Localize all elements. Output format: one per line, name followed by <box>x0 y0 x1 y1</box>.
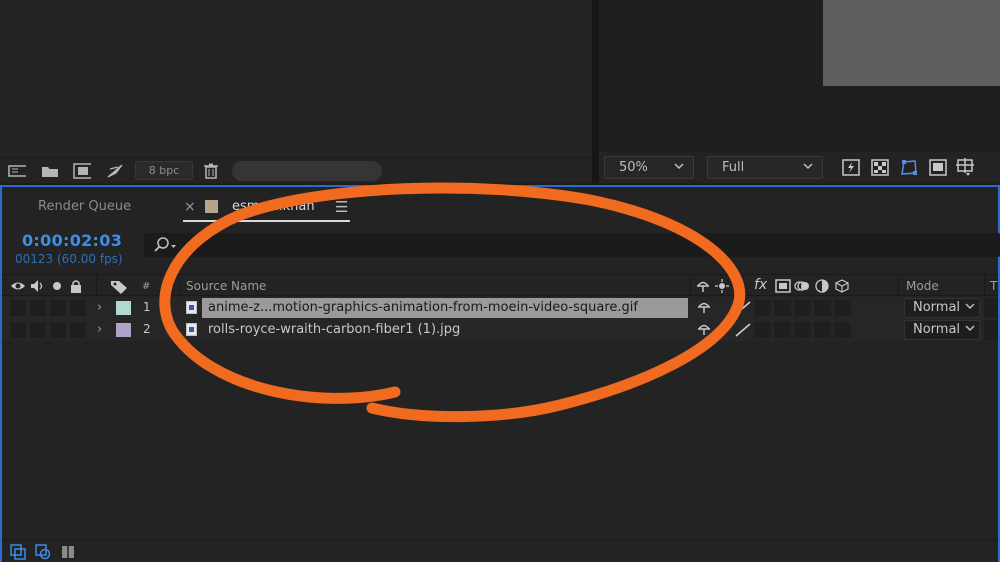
collapse-transformations-icon <box>715 278 729 294</box>
shy-switch-icon[interactable] <box>697 300 711 314</box>
track-matte-header[interactable]: T <box>990 279 997 293</box>
effects-header: fx <box>754 277 768 293</box>
track-matte-toggle[interactable] <box>984 320 998 340</box>
mode-header[interactable]: Mode <box>906 279 939 293</box>
frame-blending-icon <box>775 278 791 294</box>
guides-icon[interactable] <box>956 158 976 177</box>
frame-blending-switch[interactable] <box>774 322 791 338</box>
chevron-down-icon <box>803 163 813 170</box>
layer-source-name[interactable]: anime-z...motion-graphics-animation-from… <box>202 298 688 318</box>
panel-divider[interactable] <box>592 0 599 183</box>
close-tab-icon[interactable]: × <box>184 199 196 215</box>
solo-icon <box>51 278 63 294</box>
layer-search-input[interactable] <box>144 233 1000 257</box>
quality-icon <box>734 278 742 294</box>
blend-mode-dropdown[interactable]: Normal <box>904 298 980 318</box>
motion-blur-switch[interactable] <box>794 300 811 316</box>
video-visibility-icon <box>10 278 26 294</box>
frame-count-display: 00123 (60.00 fps) <box>15 252 123 266</box>
chevron-down-icon <box>965 303 975 310</box>
tab-render-queue[interactable]: Render Queue <box>38 199 131 214</box>
project-horizontal-scrollbar[interactable] <box>232 161 382 181</box>
expand-chevron-icon[interactable]: › <box>97 322 102 337</box>
video-toggle[interactable] <box>10 300 26 316</box>
lock-toggle[interactable] <box>70 300 86 316</box>
lock-icon <box>69 278 83 294</box>
layer-number-header: # <box>142 281 151 292</box>
transfer-controls-toggle-icon[interactable] <box>35 544 51 560</box>
3d-layer-switch[interactable] <box>834 300 851 316</box>
project-panel-footer: 8 bpc <box>0 157 592 183</box>
new-folder-icon[interactable] <box>41 163 59 179</box>
motion-blur-switch[interactable] <box>794 322 811 338</box>
fast-previews-icon[interactable] <box>841 158 861 177</box>
adjustment-layer-icon <box>814 278 830 294</box>
blend-mode-dropdown[interactable]: Normal <box>904 320 980 340</box>
tab-composition[interactable]: esmaeilkhah <box>232 199 315 214</box>
lock-toggle[interactable] <box>70 322 86 338</box>
track-matte-toggle[interactable] <box>984 298 998 318</box>
shy-icon <box>696 278 710 294</box>
source-name-header[interactable]: Source Name <box>186 279 266 293</box>
motion-blur-icon <box>794 278 810 294</box>
interpret-footage-icon[interactable] <box>8 163 26 179</box>
adjustment-layer-switch[interactable] <box>814 322 831 338</box>
solo-toggle[interactable] <box>50 300 66 316</box>
chevron-down-icon <box>674 163 684 170</box>
bit-depth-button[interactable]: 8 bpc <box>135 161 193 180</box>
frame-blending-switch[interactable] <box>774 300 791 316</box>
zoom-dropdown[interactable]: 50% <box>604 156 694 179</box>
quality-switch-icon[interactable] <box>734 300 752 316</box>
label-tag-icon <box>110 278 128 294</box>
audio-toggle[interactable] <box>30 300 46 316</box>
expand-chevron-icon[interactable]: › <box>97 300 102 315</box>
layer-row[interactable]: › 1 anime-z...motion-graphics-animation-… <box>2 297 998 319</box>
adjust-project-settings-icon[interactable] <box>106 163 124 179</box>
layer-source-name[interactable]: rolls-royce-wraith-carbon-fiber1 (1).jpg <box>202 320 466 340</box>
transparency-grid-icon[interactable] <box>870 158 890 177</box>
layer-number: 2 <box>143 322 151 336</box>
new-composition-icon[interactable] <box>73 163 91 179</box>
blend-mode-value: Normal <box>913 300 961 315</box>
shy-switch-icon[interactable] <box>697 322 711 336</box>
search-icon <box>154 237 176 252</box>
video-toggle[interactable] <box>10 322 26 338</box>
audio-icon <box>30 278 46 294</box>
resolution-value: Full <box>722 160 745 175</box>
composition-color-icon <box>205 200 218 213</box>
image-file-icon <box>186 301 197 314</box>
solo-toggle[interactable] <box>50 322 66 338</box>
3d-layer-icon <box>834 278 850 294</box>
viewer-footer: 50% Full <box>599 152 1000 183</box>
active-tab-indicator <box>183 220 350 222</box>
image-file-icon <box>186 323 197 336</box>
blend-mode-value: Normal <box>913 322 961 337</box>
label-color-swatch[interactable] <box>116 323 131 337</box>
quality-switch-icon[interactable] <box>734 322 752 338</box>
mask-visibility-icon[interactable] <box>899 158 919 177</box>
composition-canvas[interactable] <box>823 0 1000 86</box>
effects-switch[interactable] <box>754 300 771 316</box>
audio-toggle[interactable] <box>30 322 46 338</box>
3d-layer-switch[interactable] <box>834 322 851 338</box>
project-panel <box>0 0 592 183</box>
chevron-down-icon <box>965 325 975 332</box>
current-time-display[interactable]: 0:00:02:03 <box>22 231 122 250</box>
layer-row[interactable]: › 2 rolls-royce-wraith-carbon-fiber1 (1)… <box>2 319 998 341</box>
in-out-duration-toggle-icon[interactable] <box>60 544 76 560</box>
layer-switches-toggle-icon[interactable] <box>10 544 26 560</box>
layer-column-header: # Source Name fx Mode T <box>2 274 998 296</box>
timeline-footer <box>2 539 998 562</box>
effects-switch[interactable] <box>754 322 771 338</box>
timeline-panel: Render Queue × esmaeilkhah ☰ 0:00:02:03 … <box>0 185 1000 562</box>
region-of-interest-icon[interactable] <box>928 158 948 177</box>
adjustment-layer-switch[interactable] <box>814 300 831 316</box>
resolution-dropdown[interactable]: Full <box>707 156 823 179</box>
trash-icon[interactable] <box>202 163 220 179</box>
layer-number: 1 <box>143 300 151 314</box>
label-color-swatch[interactable] <box>116 301 131 315</box>
panel-menu-icon[interactable]: ☰ <box>335 198 348 216</box>
zoom-value: 50% <box>619 160 648 175</box>
